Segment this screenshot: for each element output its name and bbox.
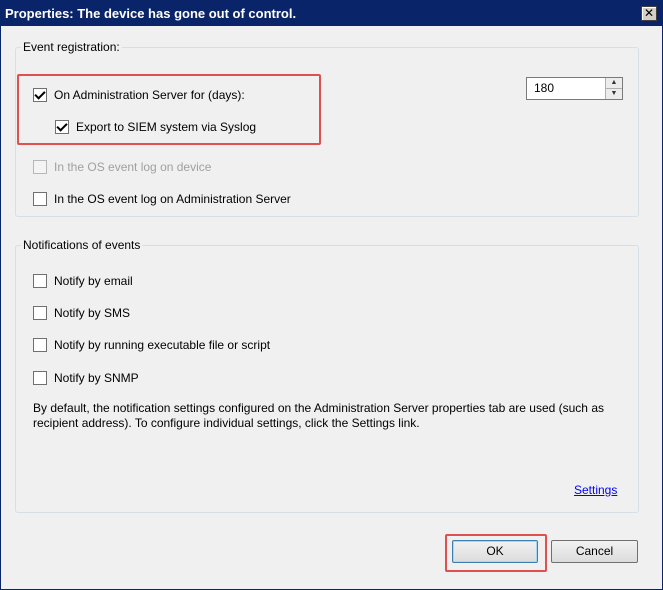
os-log-admin-checkbox-row[interactable]: In the OS event log on Administration Se… [33,191,291,207]
os-log-admin-label: In the OS event log on Administration Se… [54,192,291,206]
notify-email-row[interactable]: Notify by email [33,273,133,289]
notify-sms-checkbox[interactable] [33,305,47,320]
notify-snmp-row[interactable]: Notify by SNMP [33,370,139,386]
notify-snmp-checkbox[interactable] [33,370,47,385]
notify-sms-label: Notify by SMS [54,306,131,320]
spin-arrows: ▲ ▼ [605,78,622,99]
ok-button[interactable]: OK [452,540,538,563]
settings-link[interactable]: Settings [574,483,617,497]
up-arrow-icon[interactable]: ▲ [606,78,622,89]
event-registration-label: Event registration: [21,40,122,54]
os-log-device-label: In the OS event log on device [54,160,212,174]
notify-email-label: Notify by email [54,274,133,288]
close-icon[interactable]: ✕ [641,6,657,21]
admin-server-checkbox[interactable] [33,87,47,102]
days-input[interactable]: 180 [534,81,554,95]
title-bar: Properties: The device has gone out of c… [1,1,662,26]
notifications-label: Notifications of events [21,238,143,252]
os-log-device-checkbox-row: In the OS event log on device [33,159,211,175]
notify-exec-row[interactable]: Notify by running executable file or scr… [33,337,270,353]
os-log-device-checkbox [33,159,47,174]
days-spinbox[interactable]: 180 ▲ ▼ [526,77,623,100]
notify-exec-checkbox[interactable] [33,337,47,352]
dialog-title: Properties: The device has gone out of c… [5,6,297,21]
admin-server-checkbox-row[interactable]: On Administration Server for (days): [33,87,245,103]
os-log-admin-checkbox[interactable] [33,191,47,206]
notifications-description: By default, the notification settings co… [33,401,604,430]
siem-checkbox[interactable] [55,119,69,134]
notify-sms-row[interactable]: Notify by SMS [33,305,130,321]
admin-server-label: On Administration Server for (days): [54,88,245,102]
properties-dialog: Properties: The device has gone out of c… [0,0,663,590]
notify-email-checkbox[interactable] [33,273,47,288]
notify-exec-label: Notify by running executable file or scr… [54,338,271,352]
cancel-button[interactable]: Cancel [551,540,638,563]
notify-snmp-label: Notify by SNMP [54,371,139,385]
siem-label: Export to SIEM system via Syslog [76,120,257,134]
down-arrow-icon[interactable]: ▼ [606,89,622,99]
siem-checkbox-row[interactable]: Export to SIEM system via Syslog [55,119,256,135]
